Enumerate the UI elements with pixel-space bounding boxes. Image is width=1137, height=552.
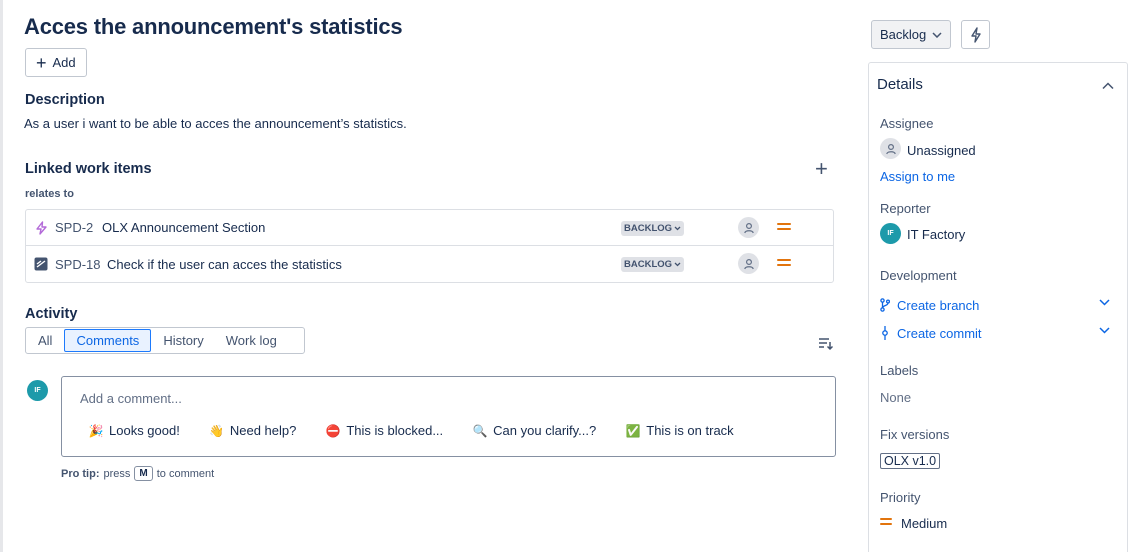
activity-heading: Activity <box>25 306 78 322</box>
plus-icon: + <box>36 52 47 73</box>
status-badge[interactable]: BACKLOG <box>621 257 685 272</box>
chevron-down-icon <box>932 31 942 38</box>
quick-reply-need-help[interactable]: 👋 Need help? <box>209 423 297 438</box>
relation-type-label: relates to <box>25 188 74 200</box>
priority-medium-icon <box>880 518 892 526</box>
sort-order-icon[interactable] <box>817 336 834 352</box>
labels-value[interactable]: None <box>880 390 911 405</box>
reporter-value[interactable]: IT Factory <box>907 227 965 242</box>
add-button-label: Add <box>52 55 76 70</box>
quick-reply-label: This is blocked... <box>346 423 444 438</box>
unassigned-avatar <box>880 138 901 159</box>
assignee-avatar[interactable] <box>738 217 759 238</box>
priority-medium-icon <box>777 258 791 268</box>
magnifier-icon: 🔍 <box>472 423 488 438</box>
priority-value[interactable]: Medium <box>901 516 947 531</box>
linked-item-key[interactable]: SPD-18 <box>55 257 101 272</box>
add-linked-item-icon[interactable]: + <box>815 158 828 180</box>
lightning-bolt-icon <box>970 26 981 43</box>
comment-box[interactable]: Add a comment... 🎉 Looks good! 👋 Need help… <box>61 376 836 457</box>
development-label: Development <box>880 268 957 283</box>
party-popper-icon: 🎉 <box>88 423 104 438</box>
automation-button[interactable] <box>961 20 990 49</box>
task-icon <box>34 257 48 271</box>
linked-item-summary[interactable]: Check if the user can acces the statisti… <box>107 257 342 272</box>
chevron-up-icon[interactable] <box>1102 77 1114 93</box>
user-avatar[interactable]: IF <box>27 380 48 401</box>
chevron-down-icon <box>674 226 681 231</box>
create-commit-link[interactable]: Create commit <box>897 326 982 341</box>
linked-item-row[interactable]: SPD-18 Check if the user can acces the s… <box>26 246 833 282</box>
status-badge-label: BACKLOG <box>624 223 673 234</box>
fix-version-tag[interactable]: OLX v1.0 <box>880 453 941 469</box>
status-badge[interactable]: BACKLOG <box>621 221 685 236</box>
priority-label: Priority <box>880 490 921 505</box>
quick-reply-label: This is on track <box>646 423 734 438</box>
quick-reply-clarify[interactable]: 🔍 Can you clarify...? <box>472 423 597 438</box>
issue-title[interactable]: Acces the announcement's statistics <box>24 14 403 40</box>
epic-lightning-icon <box>34 220 48 235</box>
check-mark-icon: ✅ <box>625 423 641 438</box>
tab-comments[interactable]: Comments <box>64 329 152 352</box>
assignee-label: Assignee <box>880 116 934 131</box>
status-dropdown-label: Backlog <box>880 27 927 42</box>
tab-work-log[interactable]: Work log <box>216 329 287 352</box>
chevron-down-icon[interactable] <box>1099 299 1110 306</box>
person-icon <box>743 258 754 269</box>
description-text[interactable]: As a user i want to be able to acces the… <box>24 116 407 131</box>
labels-label: Labels <box>880 363 919 378</box>
fix-versions-label: Fix versions <box>880 427 950 442</box>
tab-history[interactable]: History <box>153 329 213 352</box>
linked-item-key[interactable]: SPD-2 <box>55 220 93 235</box>
linked-item-row[interactable]: SPD-2 OLX Announcement Section BACKLOG <box>26 210 833 246</box>
quick-reply-looks-good[interactable]: 🎉 Looks good! <box>89 423 180 438</box>
waving-hand-icon: 👋 <box>209 423 225 438</box>
keyboard-key: M <box>134 466 153 481</box>
description-heading: Description <box>25 92 105 108</box>
status-dropdown-button[interactable]: Backlog <box>871 20 952 49</box>
reporter-avatar: IF <box>880 223 901 244</box>
create-commit-row[interactable]: Create commit <box>880 324 1110 342</box>
status-badge-label: BACKLOG <box>624 259 673 270</box>
linked-item-summary[interactable]: OLX Announcement Section <box>102 220 265 235</box>
assignee-avatar[interactable] <box>738 253 759 274</box>
pro-tip-post: to comment <box>156 467 215 480</box>
chevron-down-icon <box>674 262 681 267</box>
reporter-label: Reporter <box>880 201 931 216</box>
pro-tip-label: Pro tip: <box>61 467 100 480</box>
quick-reply-list: 🎉 Looks good! 👋 Need help? ⛔ This is blocke… <box>89 423 764 438</box>
linked-items-list: SPD-2 OLX Announcement Section BACKLOG S… <box>25 209 834 283</box>
left-panel-edge <box>0 0 3 552</box>
activity-tabs: All Comments History Work log <box>25 327 305 354</box>
comment-input-placeholder[interactable]: Add a comment... <box>80 391 182 406</box>
commit-icon <box>882 326 888 340</box>
person-icon <box>743 222 754 233</box>
tab-all[interactable]: All <box>28 329 62 352</box>
linked-items-heading: Linked work items <box>25 161 152 177</box>
details-heading[interactable]: Details <box>877 76 923 93</box>
person-icon <box>885 143 896 154</box>
no-entry-icon: ⛔ <box>325 423 341 438</box>
quick-reply-label: Can you clarify...? <box>493 423 597 438</box>
pro-tip-pre: press <box>103 467 131 480</box>
assignee-value[interactable]: Unassigned <box>907 143 976 158</box>
chevron-down-icon[interactable] <box>1099 327 1110 334</box>
assign-to-me-link[interactable]: Assign to me <box>880 169 955 184</box>
priority-medium-icon <box>777 222 791 232</box>
add-button[interactable]: + Add <box>25 48 87 77</box>
quick-reply-on-track[interactable]: ✅ This is on track <box>625 423 734 438</box>
quick-reply-label: Need help? <box>229 423 297 438</box>
branch-icon <box>880 298 890 312</box>
quick-reply-label: Looks good! <box>109 423 180 438</box>
pro-tip: Pro tip: press M to comment <box>61 466 214 481</box>
quick-reply-blocked[interactable]: ⛔ This is blocked... <box>326 423 443 438</box>
create-branch-link[interactable]: Create branch <box>897 298 979 313</box>
create-branch-row[interactable]: Create branch <box>880 296 1110 314</box>
details-panel: Details Assignee Unassigned Assign to me… <box>868 62 1128 552</box>
